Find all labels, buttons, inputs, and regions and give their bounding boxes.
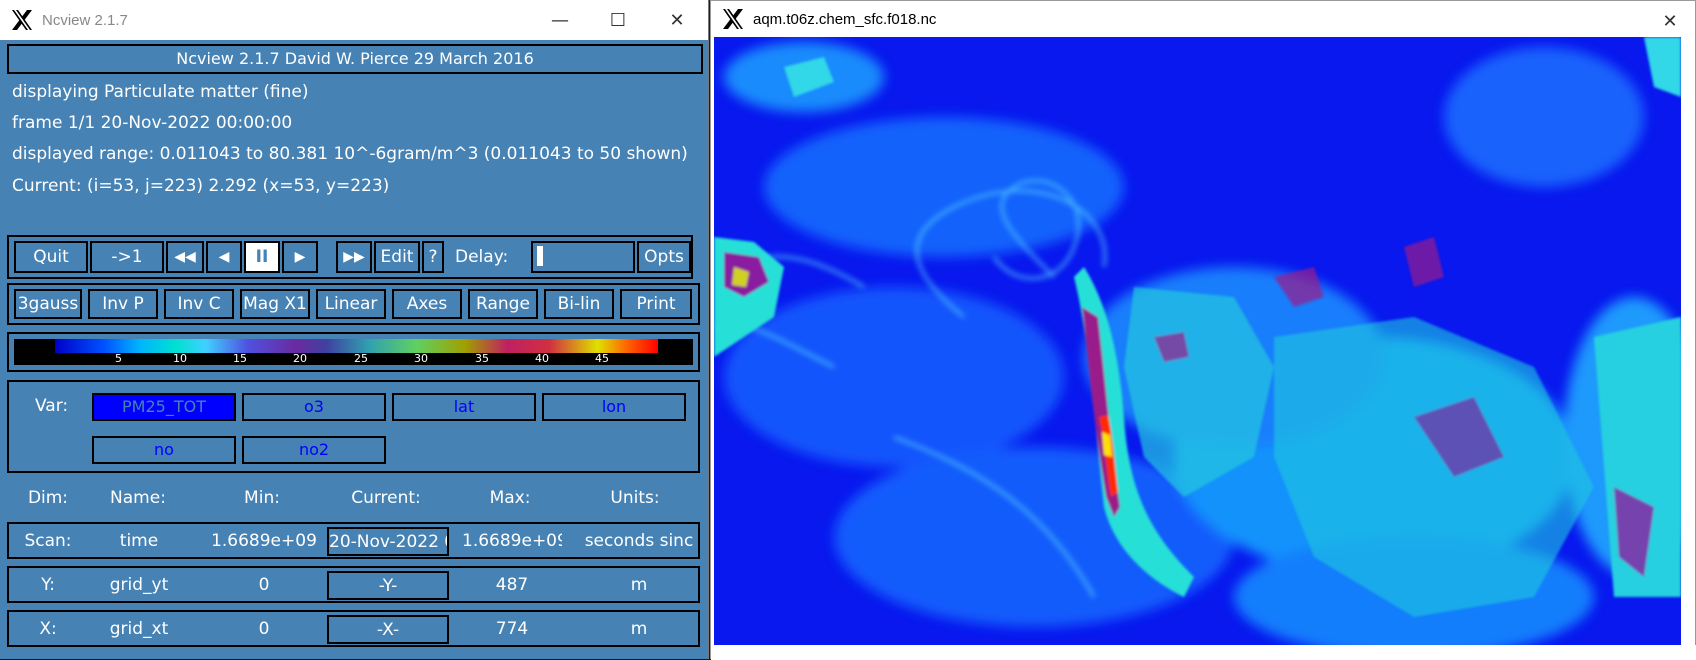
dim-max: 774 [495,619,529,639]
delay-label: Delay: [455,247,509,267]
goto-first-button[interactable]: ->1 [90,241,164,273]
forward-button[interactable]: ▶ [282,241,318,273]
dim-max: 487 [495,575,529,595]
var-button-lon[interactable]: lon [542,393,686,421]
3gauss-button[interactable]: 3gauss [14,289,82,319]
colorbar-tick: 35 [475,352,489,365]
min-header: Min: [244,488,280,508]
version-banner: Ncview 2.1.7 David W. Pierce 29 March 20… [7,44,703,74]
dim-name: time [119,531,159,551]
maximize-button[interactable]: ☐ [593,0,643,40]
dim-label: X: [39,619,57,639]
edit-button[interactable]: Edit [374,241,420,273]
pause-button[interactable]: II [244,241,280,273]
fast-forward-button[interactable]: ▶▶ [336,241,372,273]
colorbar-tick: 30 [414,352,428,365]
image-window-titlebar[interactable]: aqm.t06z.chem_sfc.f018.nc ✕ [711,1,1695,37]
linear-button[interactable]: Linear [316,289,386,319]
current-header: Current: [351,488,421,508]
dim-max: 1.6689e+09 [462,531,562,551]
fast-back-button[interactable]: ◀◀ [166,241,204,273]
dim-units: m [630,619,648,639]
colorbar-tick: 25 [354,352,368,365]
dim-current-button[interactable]: -X- [327,615,449,644]
inv-p-button[interactable]: Inv P [88,289,158,319]
mag-button[interactable]: Mag X1 [240,289,310,319]
name-header: Name: [110,488,166,508]
dim-name: grid_xt [109,619,169,639]
dim-min: 0 [258,619,270,639]
opts-button[interactable]: Opts [637,241,691,273]
display-options: 3gauss Inv P Inv C Mag X1 Linear Axes Ra… [7,283,700,325]
colorbar-tick: 45 [595,352,609,365]
dim-label: Y: [41,575,55,595]
print-button[interactable]: Print [620,289,692,319]
var-button-no[interactable]: no [92,436,236,464]
var-button-no2[interactable]: no2 [242,436,386,464]
range-button[interactable]: Range [468,289,538,319]
var-label: Var: [35,396,69,416]
bottom-strip [711,645,1696,660]
dim-name: grid_yt [109,575,169,595]
close-button[interactable]: ✕ [652,0,702,40]
forward-icon: ▶ [294,249,306,265]
axes-button[interactable]: Axes [392,289,462,319]
max-header: Max: [489,488,531,508]
dim-units: seconds sinc [584,531,694,551]
current-value-label: Current: (i=53, j=223) 2.292 (x=53, y=22… [12,176,390,196]
data-plot-image[interactable] [714,37,1681,645]
dim-label: Scan: [24,531,72,551]
units-header: Units: [610,488,660,508]
minimize-button[interactable]: — [535,0,585,40]
window-title: Ncview 2.1.7 [42,11,128,29]
dim-row-y: Y: grid_yt 0 -Y- 487 m [7,566,700,603]
back-button[interactable]: ◀ [206,241,242,273]
dim-units: m [630,575,648,595]
fast-back-icon: ◀◀ [174,249,196,265]
variable-panel: Var: PM25_TOT o3 lat lon no no2 [7,380,700,473]
back-icon: ◀ [218,249,230,265]
delay-slider[interactable] [531,241,635,273]
vertical-scrollbar[interactable] [1682,37,1694,645]
dim-current-button[interactable]: -Y- [327,571,449,600]
bilin-button[interactable]: Bi-lin [544,289,614,319]
ncview-control-window: Ncview 2.1.7 — ☐ ✕ Ncview 2.1.7 David W.… [0,0,709,659]
dim-current-button[interactable]: 20-Nov-2022 0 [327,527,449,556]
colorbar-tick: 10 [173,352,187,365]
x11-logo-icon [723,9,743,29]
dim-min: 1.6689e+09 [211,531,317,551]
dim-row-x: X: grid_xt 0 -X- 774 m [7,610,700,647]
control-window-titlebar[interactable]: Ncview 2.1.7 — ☐ ✕ [0,0,708,40]
displaying-label: displaying Particulate matter (fine) [12,82,309,102]
var-button-o3[interactable]: o3 [242,393,386,421]
colorbar-tick: 20 [293,352,307,365]
frame-label: frame 1/1 20-Nov-2022 00:00:00 [12,113,293,133]
fast-forward-icon: ▶▶ [343,249,365,265]
colorbar-tick: 15 [233,352,247,365]
colorbar-tick: 5 [115,352,122,365]
colorbar-gradient [55,339,658,353]
delay-slider-handle[interactable] [537,246,543,266]
range-label: displayed range: 0.011043 to 80.381 10^-… [12,144,688,164]
dim-row-scan: Scan: time 1.6689e+09 20-Nov-2022 0 1.66… [7,522,700,559]
pause-icon: II [255,247,269,267]
dim-min: 0 [258,575,270,595]
var-button-lat[interactable]: lat [392,393,536,421]
help-button[interactable]: ? [422,241,444,273]
colorbar-tick: 40 [535,352,549,365]
pm25-field-render [714,37,1681,645]
window-title: aqm.t06z.chem_sfc.f018.nc [753,10,937,28]
quit-button[interactable]: Quit [14,241,88,273]
inv-c-button[interactable]: Inv C [164,289,234,319]
close-button[interactable]: ✕ [1645,1,1695,41]
colorbar-panel: 5 10 15 20 25 30 35 40 45 [7,332,700,372]
playback-controls: Quit ->1 ◀◀ ◀ II ▶ ▶▶ Edit ? Delay: Opts [7,235,693,279]
image-window: aqm.t06z.chem_sfc.f018.nc ✕ [710,0,1696,660]
x11-logo-icon [12,10,32,30]
dim-header: Dim: [27,488,69,508]
var-button-pm25-tot[interactable]: PM25_TOT [92,393,236,421]
colorbar[interactable]: 5 10 15 20 25 30 35 40 45 [14,339,693,365]
